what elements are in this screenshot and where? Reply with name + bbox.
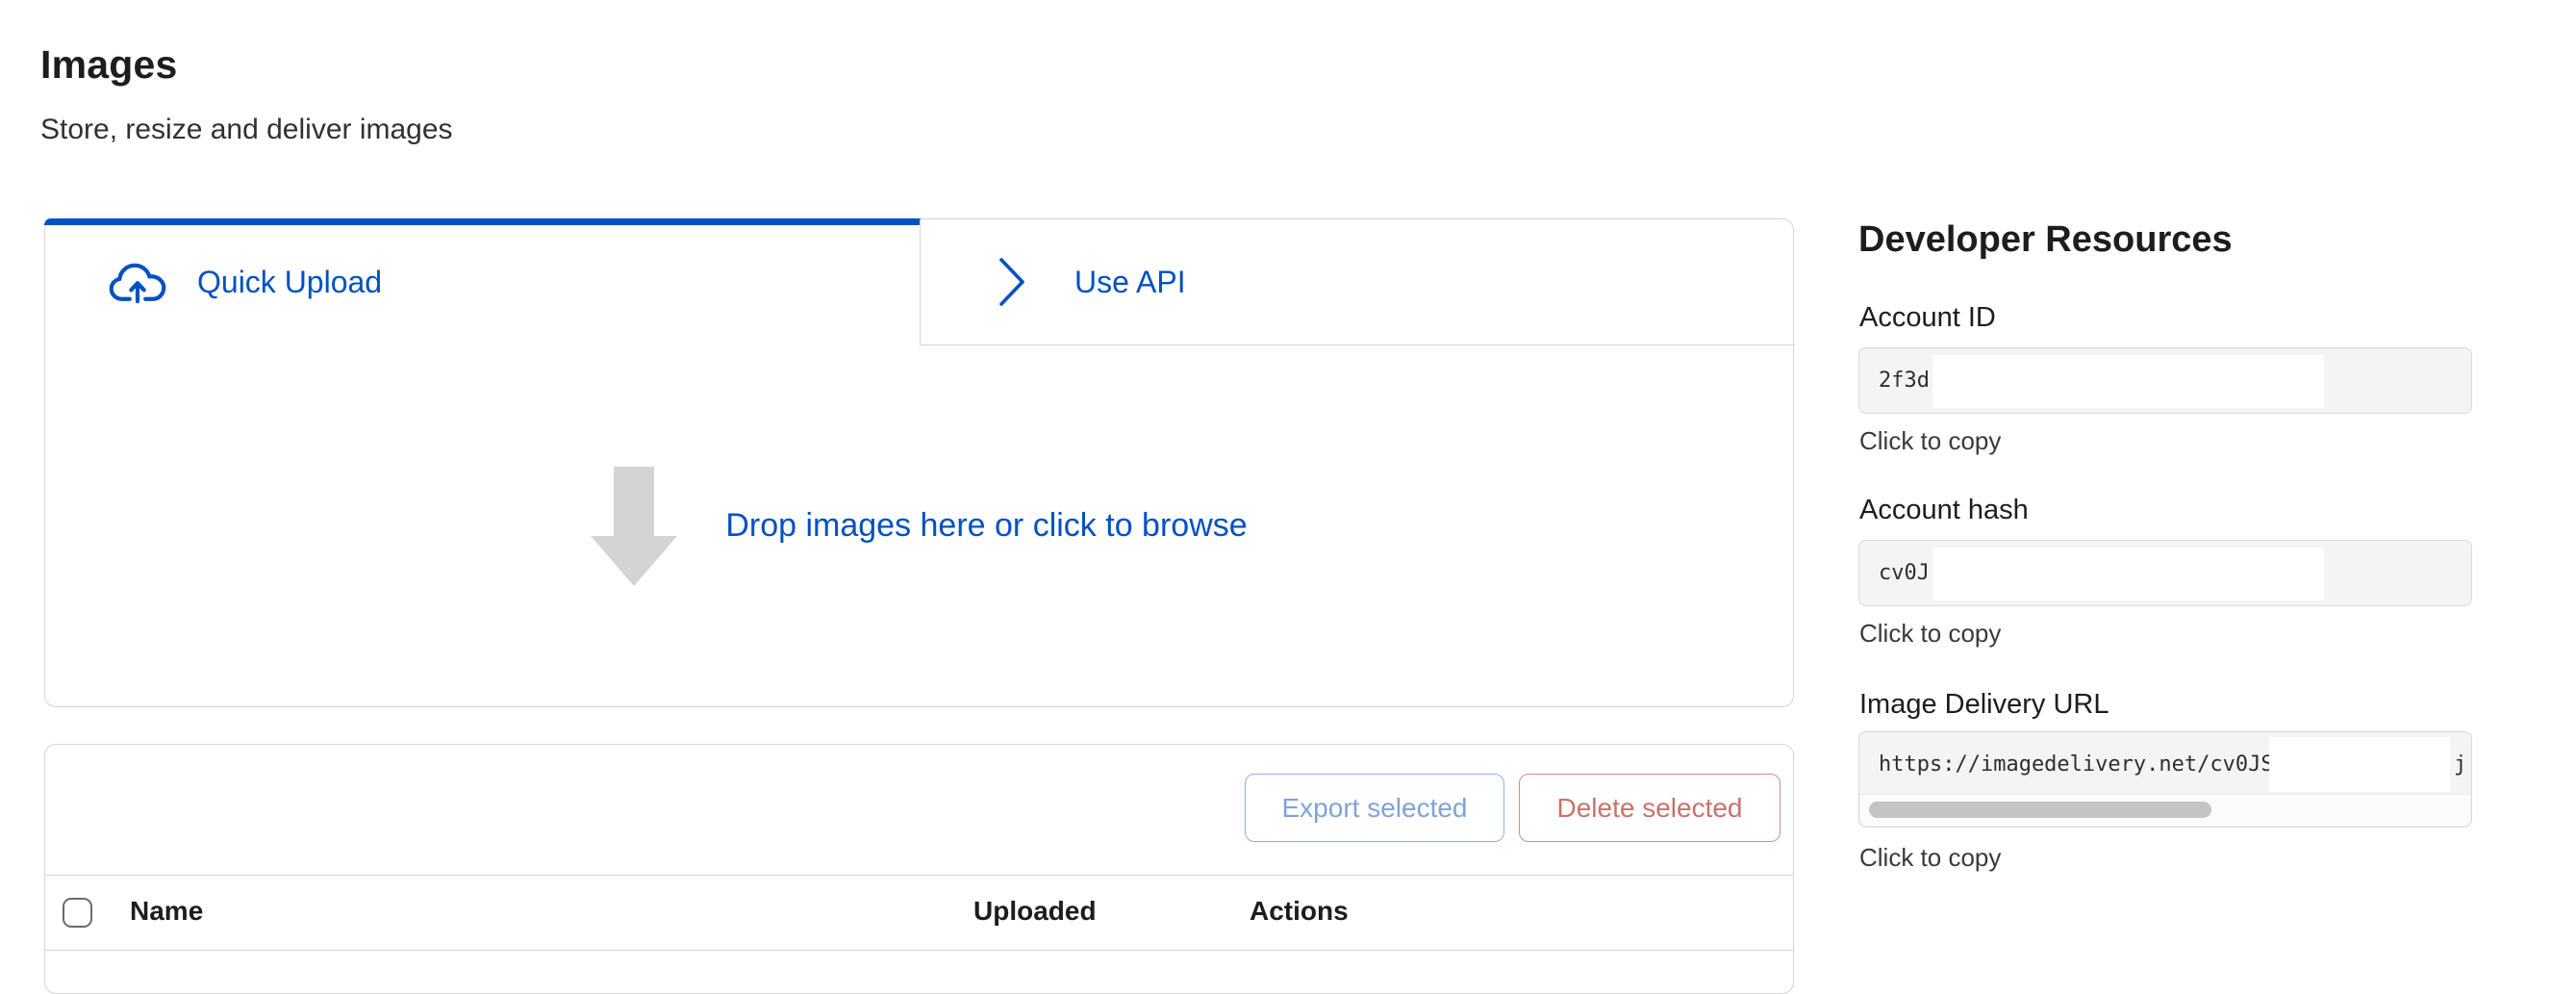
horizontal-scrollbar-thumb[interactable] [1869,802,2211,818]
delete-selected-button[interactable]: Delete selected [1519,774,1780,842]
images-table-card: Export selected Delete selected Name Upl… [44,744,1794,994]
account-id-value: 2f3d [1879,348,1930,413]
account-id-copy-hint: Click to copy [1859,426,2001,456]
column-header-actions: Actions [1250,896,1349,927]
cloud-upload-icon [109,261,166,305]
select-all-checkbox[interactable] [63,898,92,928]
account-hash-value: cv0J [1879,541,1930,605]
tab-quick-upload-label: Quick Upload [197,265,382,300]
chevron-right-icon [998,256,1026,308]
table-header-row: Name Uploaded Actions [45,875,1793,951]
arrow-down-icon [591,467,677,586]
tab-use-api[interactable]: Use API [920,219,1795,345]
page-title: Images [40,42,178,88]
table-toolbar: Export selected Delete selected [45,745,1793,876]
redacted-peek-char: j [2454,732,2466,797]
image-delivery-url-label: Image Delivery URL [1859,689,2109,721]
redaction-overlay [2269,737,2450,792]
redaction-overlay [1932,355,2324,408]
account-hash-label: Account hash [1859,495,2029,526]
account-hash-field[interactable]: cv0J [1858,540,2472,606]
account-id-field[interactable]: 2f3d [1858,347,2472,414]
column-header-uploaded: Uploaded [973,896,1097,927]
image-dropzone[interactable]: Drop images here or click to browse [45,345,1793,706]
image-delivery-url-value: https://imagedelivery.net/cv0JSj [1879,732,2286,797]
image-delivery-url-copy-hint: Click to copy [1859,843,2001,873]
developer-resources-panel: Developer Resources Account ID 2f3d Clic… [1858,0,2472,955]
image-delivery-url-field[interactable]: https://imagedelivery.net/cv0JSj j [1858,731,2472,828]
tab-use-api-label: Use API [1074,265,1186,300]
upload-card: Quick Upload Use API Drop images here or… [44,218,1794,707]
export-selected-button[interactable]: Export selected [1245,774,1504,842]
developer-resources-title: Developer Resources [1858,219,2233,261]
column-header-name: Name [130,896,203,927]
tab-quick-upload[interactable]: Quick Upload [45,219,920,345]
dropzone-label: Drop images here or click to browse [725,507,1247,545]
horizontal-scrollbar-track [1860,794,2470,826]
page-subtitle: Store, resize and deliver images [40,114,453,146]
account-hash-copy-hint: Click to copy [1859,619,2001,649]
redaction-overlay [1932,548,2324,600]
account-id-label: Account ID [1859,302,1996,334]
